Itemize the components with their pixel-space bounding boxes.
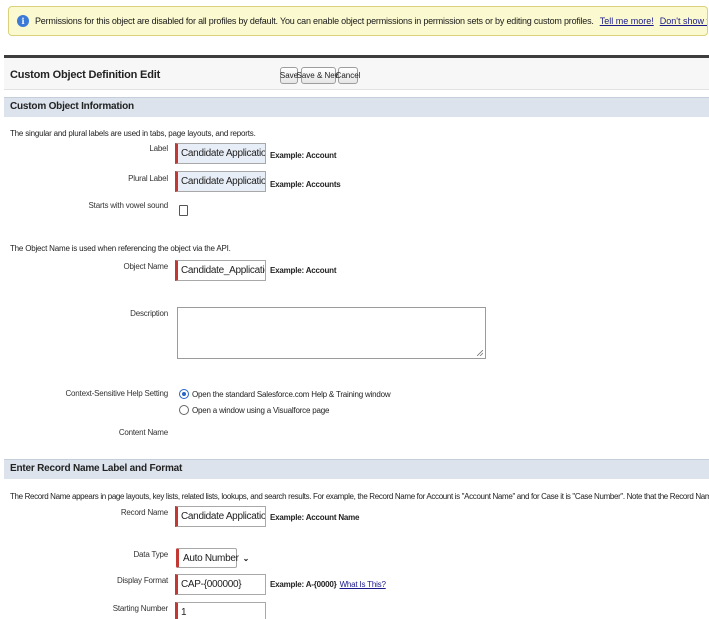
section-title-record-name: Enter Record Name Label and Format [10, 463, 183, 474]
record-name-note: The Record Name appears in page layouts,… [10, 492, 709, 501]
data-type-select[interactable]: Auto Number ⌄ [176, 548, 249, 568]
label-example: Example: Account [270, 151, 337, 160]
data-type-label: Data Type [133, 550, 168, 559]
description-textarea[interactable] [177, 307, 486, 359]
labels-note: The singular and plural labels are used … [10, 129, 256, 138]
section-title: Custom Object Information [10, 101, 134, 112]
page-title: Custom Object Definition Edit [10, 69, 161, 81]
resize-handle-icon[interactable] [477, 350, 483, 356]
display-format-example-text: Example: A-{0000} [270, 580, 337, 589]
dont-show-again-link[interactable]: Don't show this message again [660, 16, 707, 26]
starting-number-label: Starting Number [112, 604, 168, 613]
object-name-example: Example: Account [270, 266, 337, 275]
vowel-sound-checkbox[interactable] [179, 205, 188, 216]
api-note: The Object Name is used when referencing… [10, 244, 231, 253]
info-icon: i [17, 15, 29, 27]
radio-standard-help-label: Open the standard Salesforce.com Help & … [192, 389, 391, 399]
display-format-input[interactable]: CAP-{000000} [175, 574, 266, 595]
save-new-button[interactable]: Save & New [296, 67, 341, 84]
plural-label-input[interactable]: Candidate Applications [175, 171, 266, 192]
display-format-label: Display Format [117, 576, 168, 585]
radio-standard-help[interactable] [179, 389, 189, 399]
content-name-label: Content Name [118, 428, 168, 437]
save-button[interactable]: Save [280, 67, 298, 84]
display-format-example: Example: A-{0000} What Is This? [270, 580, 386, 589]
what-is-this-link[interactable]: What Is This? [340, 580, 386, 589]
data-type-value: Auto Number [183, 552, 239, 564]
info-banner: i Permissions for this object are disabl… [8, 6, 708, 36]
record-name-label: Record Name [120, 508, 168, 517]
chevron-down-icon: ⌄ [242, 553, 250, 563]
description-label: Description [130, 309, 168, 318]
record-name-example: Example: Account Name [270, 513, 360, 522]
help-option-visualforce[interactable]: Open a window using a Visualforce page [179, 405, 329, 415]
banner-message: Permissions for this object are disabled… [35, 16, 594, 26]
radio-visualforce[interactable] [179, 405, 189, 415]
plural-label-example: Example: Accounts [270, 180, 341, 189]
object-name-label: Object Name [123, 262, 169, 271]
label-input[interactable]: Candidate Application [175, 143, 266, 164]
plural-label-field-label: Plural Label [128, 174, 168, 183]
help-option-standard[interactable]: Open the standard Salesforce.com Help & … [179, 389, 391, 399]
starting-number-input[interactable]: 1 [175, 602, 266, 619]
vowel-sound-label: Starts with vowel sound [88, 201, 169, 210]
object-name-input[interactable]: Candidate_Application [175, 260, 266, 281]
label-field-label: Label [149, 144, 168, 153]
cancel-button[interactable]: Cancel [336, 67, 360, 84]
help-setting-label: Context-Sensitive Help Setting [65, 389, 168, 398]
record-name-input[interactable]: Candidate Application Name [175, 506, 266, 527]
tell-me-more-link[interactable]: Tell me more! [600, 16, 654, 26]
radio-visualforce-label: Open a window using a Visualforce page [192, 405, 330, 415]
